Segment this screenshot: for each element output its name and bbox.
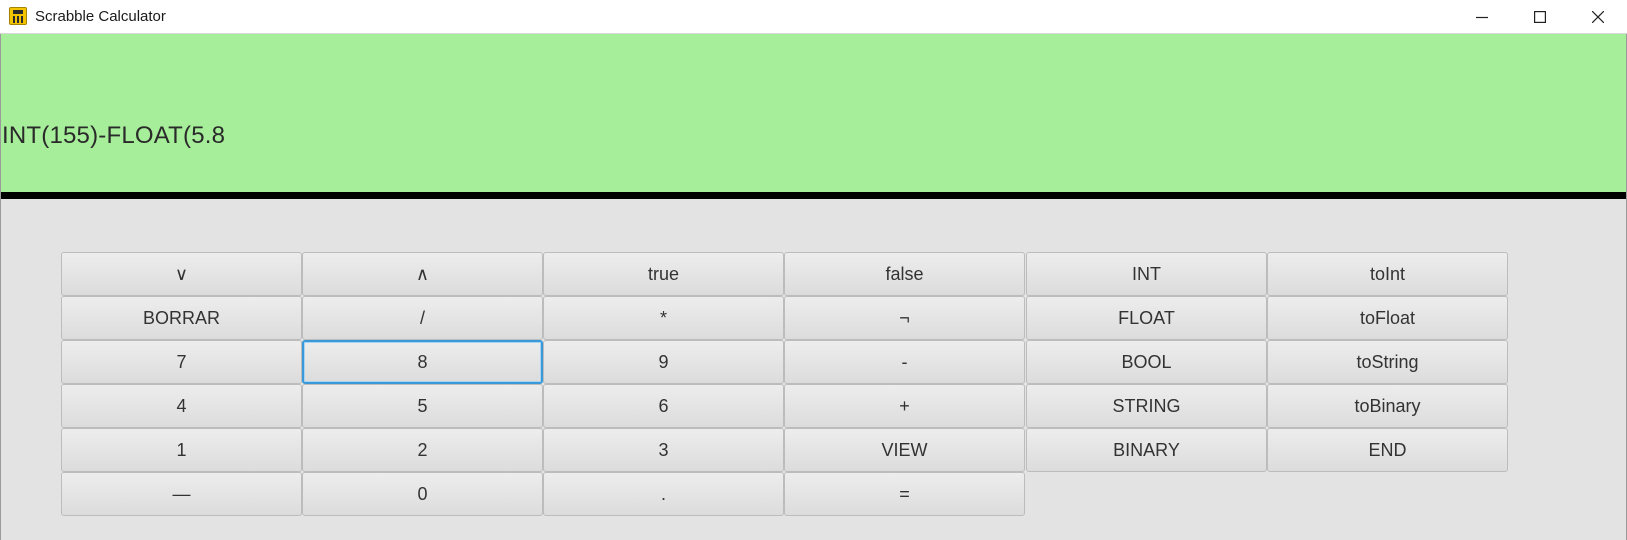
key-3[interactable]: 3 (543, 428, 784, 472)
expression-display: INT(155)-FLOAT(5.8 (0, 34, 1627, 192)
minimize-icon (1476, 16, 1488, 19)
key-8[interactable]: 8 (302, 340, 543, 384)
key-5[interactable]: 5 (302, 384, 543, 428)
key-float[interactable]: FLOAT (1026, 296, 1267, 340)
key-sym-1-3[interactable]: ¬ (784, 296, 1025, 340)
key-view[interactable]: VIEW (784, 428, 1025, 472)
key-sym-0-1[interactable]: ∧ (302, 252, 543, 296)
key-7[interactable]: 7 (61, 340, 302, 384)
calculator-app-icon (9, 7, 27, 25)
key-2[interactable]: 2 (302, 428, 543, 472)
key-0[interactable]: 0 (302, 472, 543, 516)
minimize-button[interactable] (1453, 0, 1511, 34)
key-tofloat[interactable]: toFloat (1267, 296, 1508, 340)
key-9[interactable]: 9 (543, 340, 784, 384)
key-string[interactable]: STRING (1026, 384, 1267, 428)
maximize-button[interactable] (1511, 0, 1569, 34)
key-sym-5-2[interactable]: . (543, 472, 784, 516)
close-button[interactable] (1569, 0, 1627, 34)
key-end[interactable]: END (1267, 428, 1508, 472)
window-title: Scrabble Calculator (35, 8, 166, 25)
key-sym-3-3[interactable]: + (784, 384, 1025, 428)
key-tobinary[interactable]: toBinary (1267, 384, 1508, 428)
key-bool[interactable]: BOOL (1026, 340, 1267, 384)
close-icon (1592, 11, 1604, 23)
maximize-icon (1534, 11, 1546, 23)
window-left-edge (0, 34, 1, 540)
key-sym-1-1[interactable]: / (302, 296, 543, 340)
key-false[interactable]: false (784, 252, 1025, 296)
key-true[interactable]: true (543, 252, 784, 296)
key-int[interactable]: INT (1026, 252, 1267, 296)
key-4[interactable]: 4 (61, 384, 302, 428)
key-sym-2-3[interactable]: - (784, 340, 1025, 384)
expression-text: INT(155)-FLOAT(5.8 (2, 122, 226, 149)
key-tostring[interactable]: toString (1267, 340, 1508, 384)
key-sym-5-3[interactable]: = (784, 472, 1025, 516)
key-sym-1-2[interactable]: * (543, 296, 784, 340)
key-1[interactable]: 1 (61, 428, 302, 472)
key-borrar[interactable]: BORRAR (61, 296, 302, 340)
key-toint[interactable]: toInt (1267, 252, 1508, 296)
key-sym-0-0[interactable]: ∨ (61, 252, 302, 296)
display-divider (0, 192, 1627, 199)
key-binary[interactable]: BINARY (1026, 428, 1267, 472)
title-bar: Scrabble Calculator (0, 0, 1627, 34)
key-sym-5-0[interactable]: — (61, 472, 302, 516)
keypad: ∨ ∧ true false INT toInt BORRAR / * ¬ FLOAT toFloat… (0, 199, 1627, 540)
key-6[interactable]: 6 (543, 384, 784, 428)
